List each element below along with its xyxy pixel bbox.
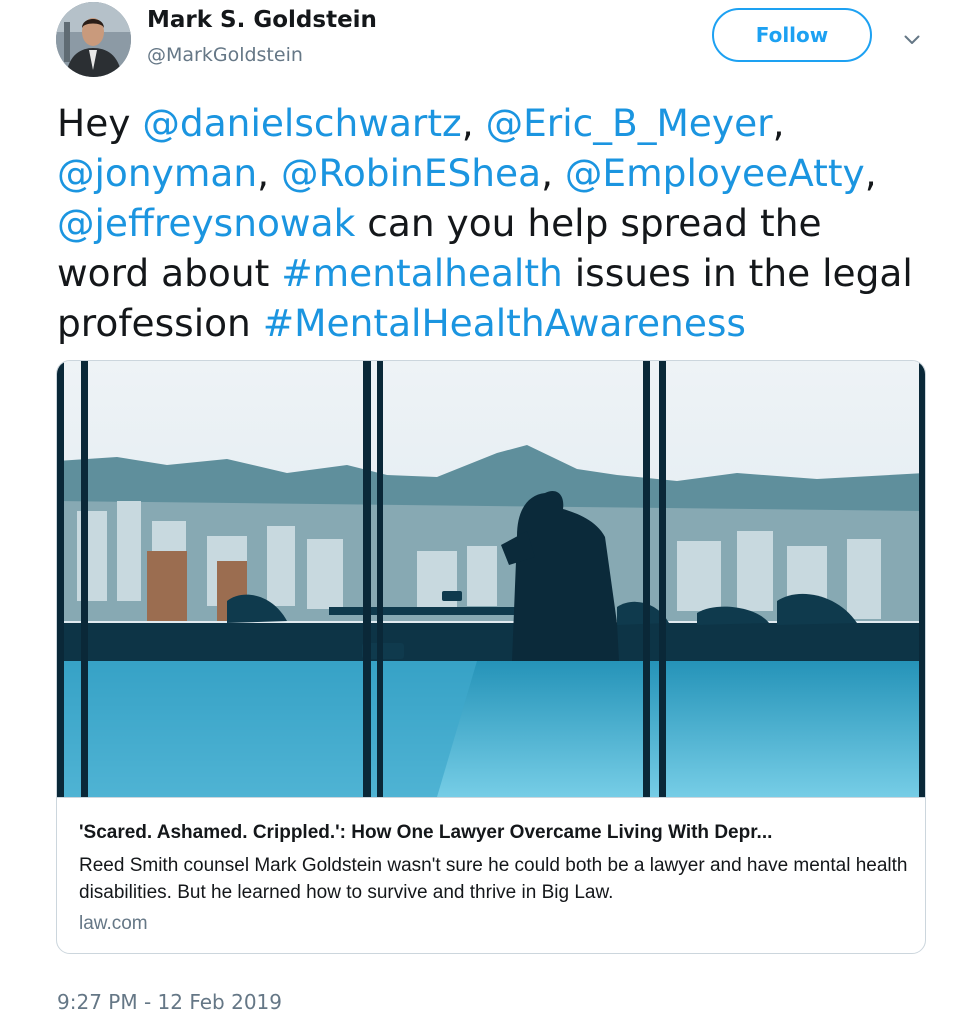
user-name[interactable]: Mark S. Goldstein bbox=[147, 7, 377, 33]
tweet-text-segment: , bbox=[257, 151, 281, 195]
tweet-line: Hey @danielschwartz, @Eric_B_Meyer, bbox=[57, 98, 957, 148]
tweet-timestamp[interactable]: 9:27 PM - 12 Feb 2019 bbox=[57, 990, 282, 1014]
tweet-text-segment: , bbox=[461, 101, 486, 145]
tweet-text-segment: , bbox=[772, 101, 785, 145]
mention-link[interactable]: @Eric_B_Meyer bbox=[486, 101, 773, 145]
tweet-text: Hey @danielschwartz, @Eric_B_Meyer, @jon… bbox=[57, 98, 957, 348]
chevron-down-icon[interactable] bbox=[896, 26, 928, 54]
card-image bbox=[57, 361, 925, 797]
tweet-text-segment: , bbox=[864, 151, 877, 195]
user-handle[interactable]: @MarkGoldstein bbox=[147, 44, 303, 66]
mention-link[interactable]: @jeffreysnowak bbox=[57, 201, 355, 245]
tweet-text-segment: profession bbox=[57, 301, 263, 345]
tweet-text-segment: can you help spread the bbox=[355, 201, 822, 245]
follow-button[interactable]: Follow bbox=[712, 8, 872, 62]
mention-link[interactable]: @danielschwartz bbox=[142, 101, 461, 145]
card-title[interactable]: 'Scared. Ashamed. Crippled.': How One La… bbox=[79, 822, 772, 844]
hashtag-link[interactable]: #MentalHealthAwareness bbox=[263, 301, 746, 345]
hashtag-link[interactable]: #mentalhealth bbox=[281, 251, 563, 295]
tweet-line: word about #mentalhealth issues in the l… bbox=[57, 248, 957, 298]
mention-link[interactable]: @EmployeeAtty bbox=[565, 151, 865, 195]
mention-link[interactable]: @RobinEShea bbox=[281, 151, 541, 195]
avatar-image bbox=[56, 2, 131, 77]
link-card[interactable]: 'Scared. Ashamed. Crippled.': How One La… bbox=[56, 360, 926, 954]
card-description: Reed Smith counsel Mark Goldstein wasn't… bbox=[79, 855, 908, 903]
tweet-text-segment: Hey bbox=[57, 101, 143, 145]
tweet-text-segment: word about bbox=[57, 251, 282, 295]
card-body: 'Scared. Ashamed. Crippled.': How One La… bbox=[57, 797, 925, 953]
avatar[interactable] bbox=[56, 2, 131, 77]
tweet-line: profession #MentalHealthAwareness bbox=[57, 298, 957, 348]
tweet-text-segment: , bbox=[541, 151, 565, 195]
mention-link[interactable]: @jonyman bbox=[57, 151, 257, 195]
card-domain: law.com bbox=[79, 913, 148, 934]
tweet-line: @jonyman, @RobinEShea, @EmployeeAtty, bbox=[57, 148, 957, 198]
tweet-text-segment: issues in the legal bbox=[562, 251, 913, 295]
tweet-line: @jeffreysnowak can you help spread the bbox=[57, 198, 957, 248]
